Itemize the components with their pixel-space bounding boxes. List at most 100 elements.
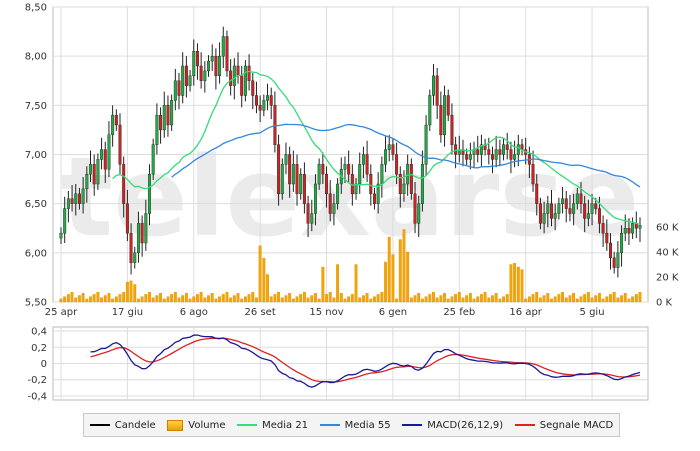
volume-bar (409, 297, 413, 303)
candle-body (361, 154, 365, 165)
volume-bar (155, 295, 159, 303)
volume-bar (199, 291, 203, 303)
candle-body (66, 198, 70, 209)
candle-body (336, 183, 340, 204)
candle-body (173, 80, 177, 101)
candle-body (516, 144, 520, 155)
volume-bar (468, 293, 472, 303)
candle-body (579, 193, 583, 204)
volume-bar (479, 294, 483, 303)
candle-body (572, 203, 576, 214)
volume-bar (373, 296, 376, 303)
price-axis: 5,50 6,00 6,50 7,00 7,50 8,00 8,50 (25, 3, 47, 309)
candle-body (609, 242, 612, 258)
candle-body (74, 193, 78, 204)
volume-bar (258, 245, 262, 303)
candle-body (258, 105, 262, 111)
candle-body (594, 203, 598, 209)
volume-bar (406, 251, 410, 303)
candle-body (431, 75, 435, 96)
volume-bar (107, 293, 111, 303)
candle-body (417, 203, 421, 224)
volume-tick-label: 0 K (656, 298, 673, 309)
candle-body (568, 208, 572, 214)
candle-body (251, 80, 255, 96)
candle-body (354, 183, 358, 195)
candle-body (103, 149, 107, 170)
candle-body (89, 164, 92, 175)
candle-body (450, 114, 454, 145)
volume-bar (339, 293, 343, 303)
candle-body (247, 65, 251, 81)
candle-body (96, 159, 100, 185)
volume-bar (502, 296, 505, 303)
candle-body (535, 183, 539, 204)
candle-body (243, 65, 247, 96)
volume-bar (583, 294, 587, 303)
candle-body (284, 154, 288, 165)
volume-bar (402, 229, 406, 303)
macd-axis: 0,4 0,2 0 -0,2 -0,4 (27, 327, 47, 403)
volume-bar (620, 295, 623, 303)
volume-bar (192, 296, 196, 303)
volume-bar (225, 291, 229, 303)
candle-body (605, 232, 609, 244)
volume-bar (78, 295, 81, 303)
volume-bar (347, 296, 351, 303)
candle-body (491, 154, 494, 160)
volume-bar (564, 297, 568, 303)
legend-item-media21: Media 21 (237, 420, 308, 431)
volume-bar (210, 293, 214, 303)
volume-bar (465, 295, 469, 303)
candle-body (192, 51, 196, 77)
candle-body (365, 154, 369, 175)
price-tick-label: 7,50 (25, 101, 47, 112)
candle-body (328, 193, 332, 214)
candle-body (299, 173, 303, 195)
candle-body (502, 144, 506, 155)
volume-bar (232, 295, 236, 303)
candle-body (144, 213, 148, 244)
volume-bar (247, 294, 251, 303)
candle-body (620, 232, 624, 254)
candle-body (77, 193, 81, 204)
candle-body (240, 75, 244, 96)
candle-body (111, 114, 115, 136)
volume-bar (376, 294, 380, 303)
x-tick-label: 17 giu (112, 307, 143, 318)
volume-bar (417, 293, 421, 303)
candle-body (181, 65, 185, 96)
volume-bar (70, 291, 74, 303)
volume-bar (343, 298, 347, 303)
volume-bar (229, 297, 233, 303)
macd-grid (52, 326, 649, 401)
volume-bar (369, 298, 373, 303)
volume-bar (137, 298, 140, 303)
volume-bar (188, 298, 192, 303)
volume-bar (413, 295, 417, 303)
candle-body (616, 252, 620, 268)
candle-body (627, 228, 631, 234)
volume-bar (262, 258, 266, 303)
volume-bar (295, 296, 299, 303)
candle-body (59, 232, 63, 239)
candle-body (207, 60, 210, 72)
volume-bar (598, 293, 601, 303)
candle-body (391, 144, 395, 155)
candle-body (465, 154, 469, 160)
volume-bar (612, 291, 616, 303)
x-tick-label: 26 set (245, 307, 276, 318)
volume-bar (92, 294, 96, 303)
volume-bar (85, 298, 89, 303)
volume-bar (162, 298, 166, 303)
x-tick-label: 16 apr (509, 307, 542, 318)
volume-bar (184, 293, 188, 303)
volume-bar (332, 297, 336, 303)
candle-body (195, 51, 199, 67)
candle-body (85, 173, 89, 190)
candle-body (288, 154, 292, 185)
candle-body (203, 70, 207, 81)
volume-tick-label: 20 K (656, 273, 679, 284)
volume-bar (623, 293, 627, 303)
macd-tick-label: 0,2 (31, 343, 47, 354)
